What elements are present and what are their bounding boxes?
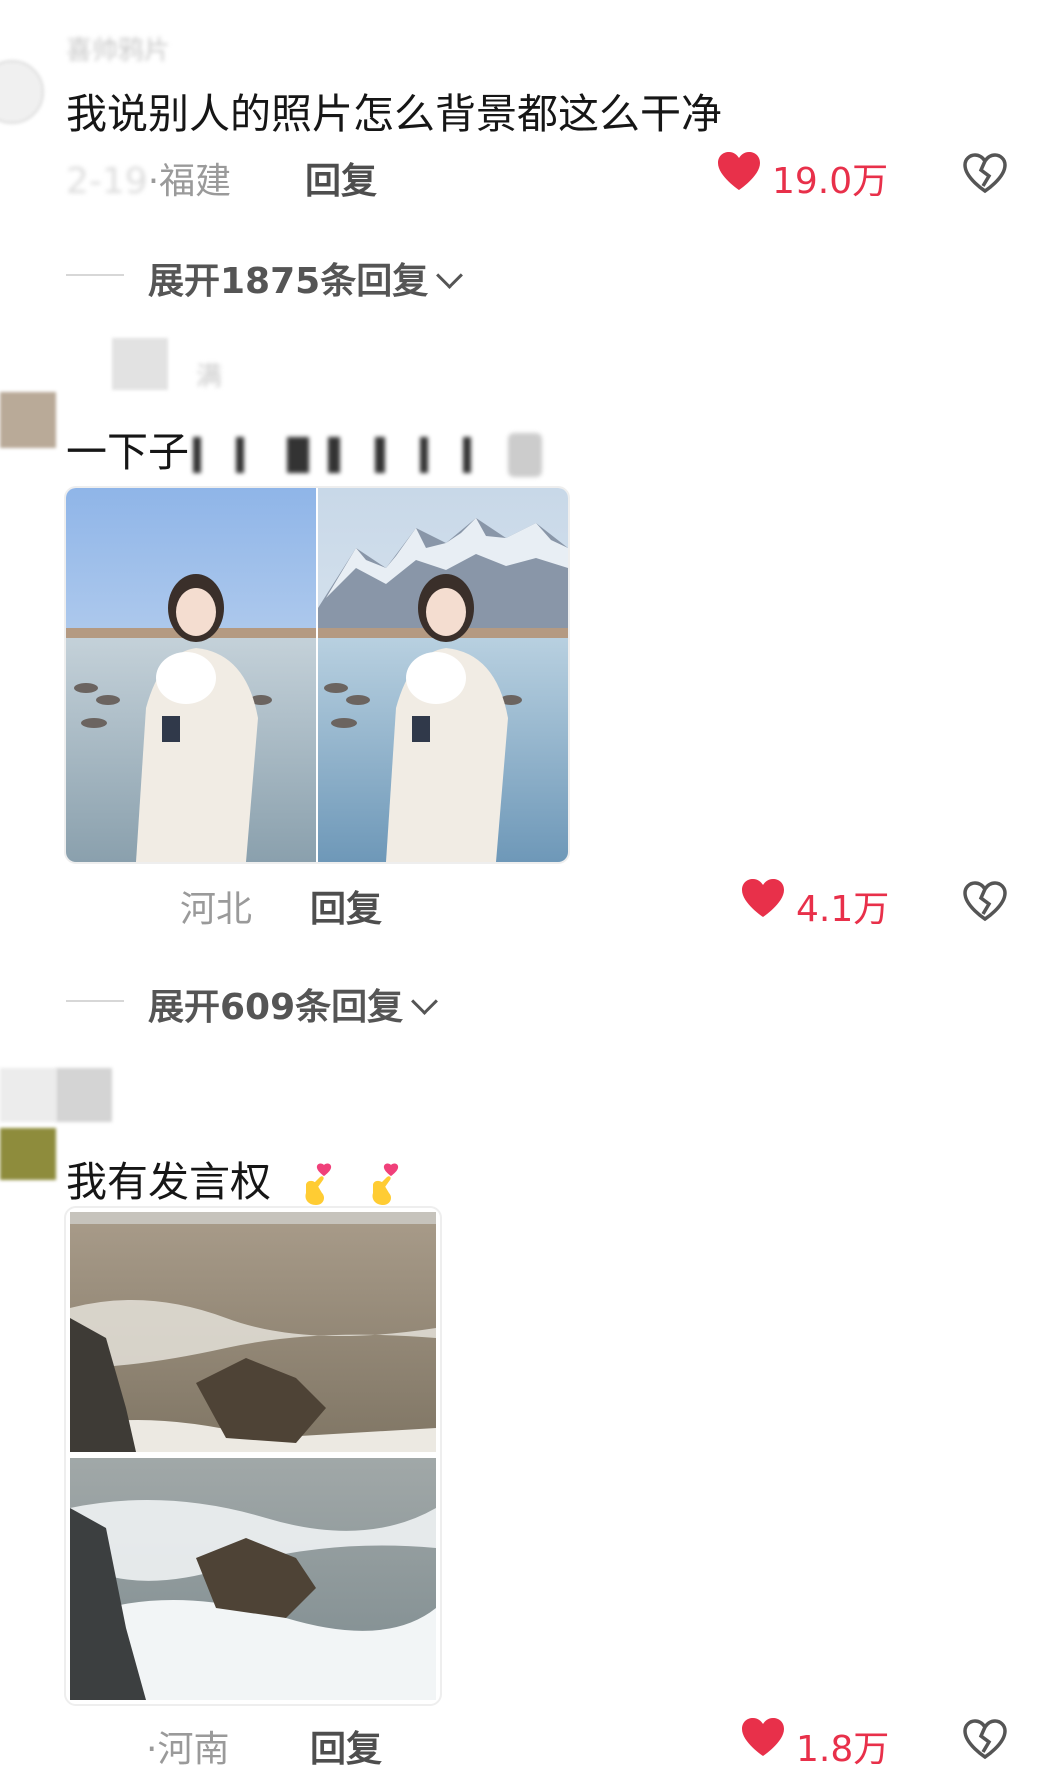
avatar-blur xyxy=(0,1068,56,1122)
divider xyxy=(66,274,124,276)
comment-text-visible: 一下子 xyxy=(66,428,189,476)
reply-button[interactable]: 回复 xyxy=(310,880,382,932)
comment-location: 河北 xyxy=(180,889,253,930)
expand-replies-label[interactable]: 展开609条回复 xyxy=(148,987,403,1028)
finger-heart-emoji xyxy=(372,1163,399,1205)
avatar-blur xyxy=(56,1068,112,1122)
comment-date: 2-19 xyxy=(66,161,148,202)
broken-heart-icon[interactable] xyxy=(962,152,1008,194)
redacted-text xyxy=(189,428,543,477)
finger-heart-emoji xyxy=(305,1163,332,1205)
comment-location: ·福建 xyxy=(147,161,232,202)
avatar-blur xyxy=(112,338,168,390)
like-count: 19.0万 xyxy=(772,161,889,202)
avatar[interactable] xyxy=(0,392,56,448)
chevron-down-icon[interactable] xyxy=(436,262,464,289)
comment-text: 一下子 xyxy=(66,418,543,478)
username[interactable]: 满 xyxy=(196,356,222,393)
comment-meta: 2-19·福建 xyxy=(66,152,231,204)
comparison-photo xyxy=(66,488,568,862)
broken-heart-icon[interactable] xyxy=(962,880,1008,922)
avatar[interactable] xyxy=(0,60,44,124)
comment-image[interactable] xyxy=(64,1206,442,1706)
comment-text-visible: 我有发言权 xyxy=(66,1158,271,1206)
divider xyxy=(66,1000,124,1002)
comment-location: ·河南 xyxy=(146,1729,230,1770)
username[interactable]: 喜帅鸦片 xyxy=(66,30,170,67)
comment-text: 我说别人的照片怎么背景都这么干净 xyxy=(66,90,722,138)
like-count: 4.1万 xyxy=(796,889,890,930)
like-count: 1.8万 xyxy=(796,1729,890,1770)
comment-image[interactable] xyxy=(64,486,570,864)
expand-replies-label[interactable]: 展开1875条回复 xyxy=(148,261,428,302)
heart-icon[interactable] xyxy=(716,150,762,192)
expand-replies-button[interactable]: 展开1875条回复 xyxy=(148,252,464,304)
reply-button[interactable]: 回复 xyxy=(310,1720,382,1772)
comment-text: 我有发言权 xyxy=(66,1148,405,1208)
heart-icon[interactable] xyxy=(740,1716,786,1758)
chevron-down-icon[interactable] xyxy=(411,988,439,1015)
broken-heart-icon[interactable] xyxy=(962,1718,1008,1760)
expand-replies-button[interactable]: 展开609条回复 xyxy=(148,978,439,1030)
reply-button[interactable]: 回复 xyxy=(305,152,377,204)
heart-icon[interactable] xyxy=(740,877,786,919)
avatar[interactable] xyxy=(0,1128,56,1180)
sea-photo xyxy=(70,1212,436,1700)
